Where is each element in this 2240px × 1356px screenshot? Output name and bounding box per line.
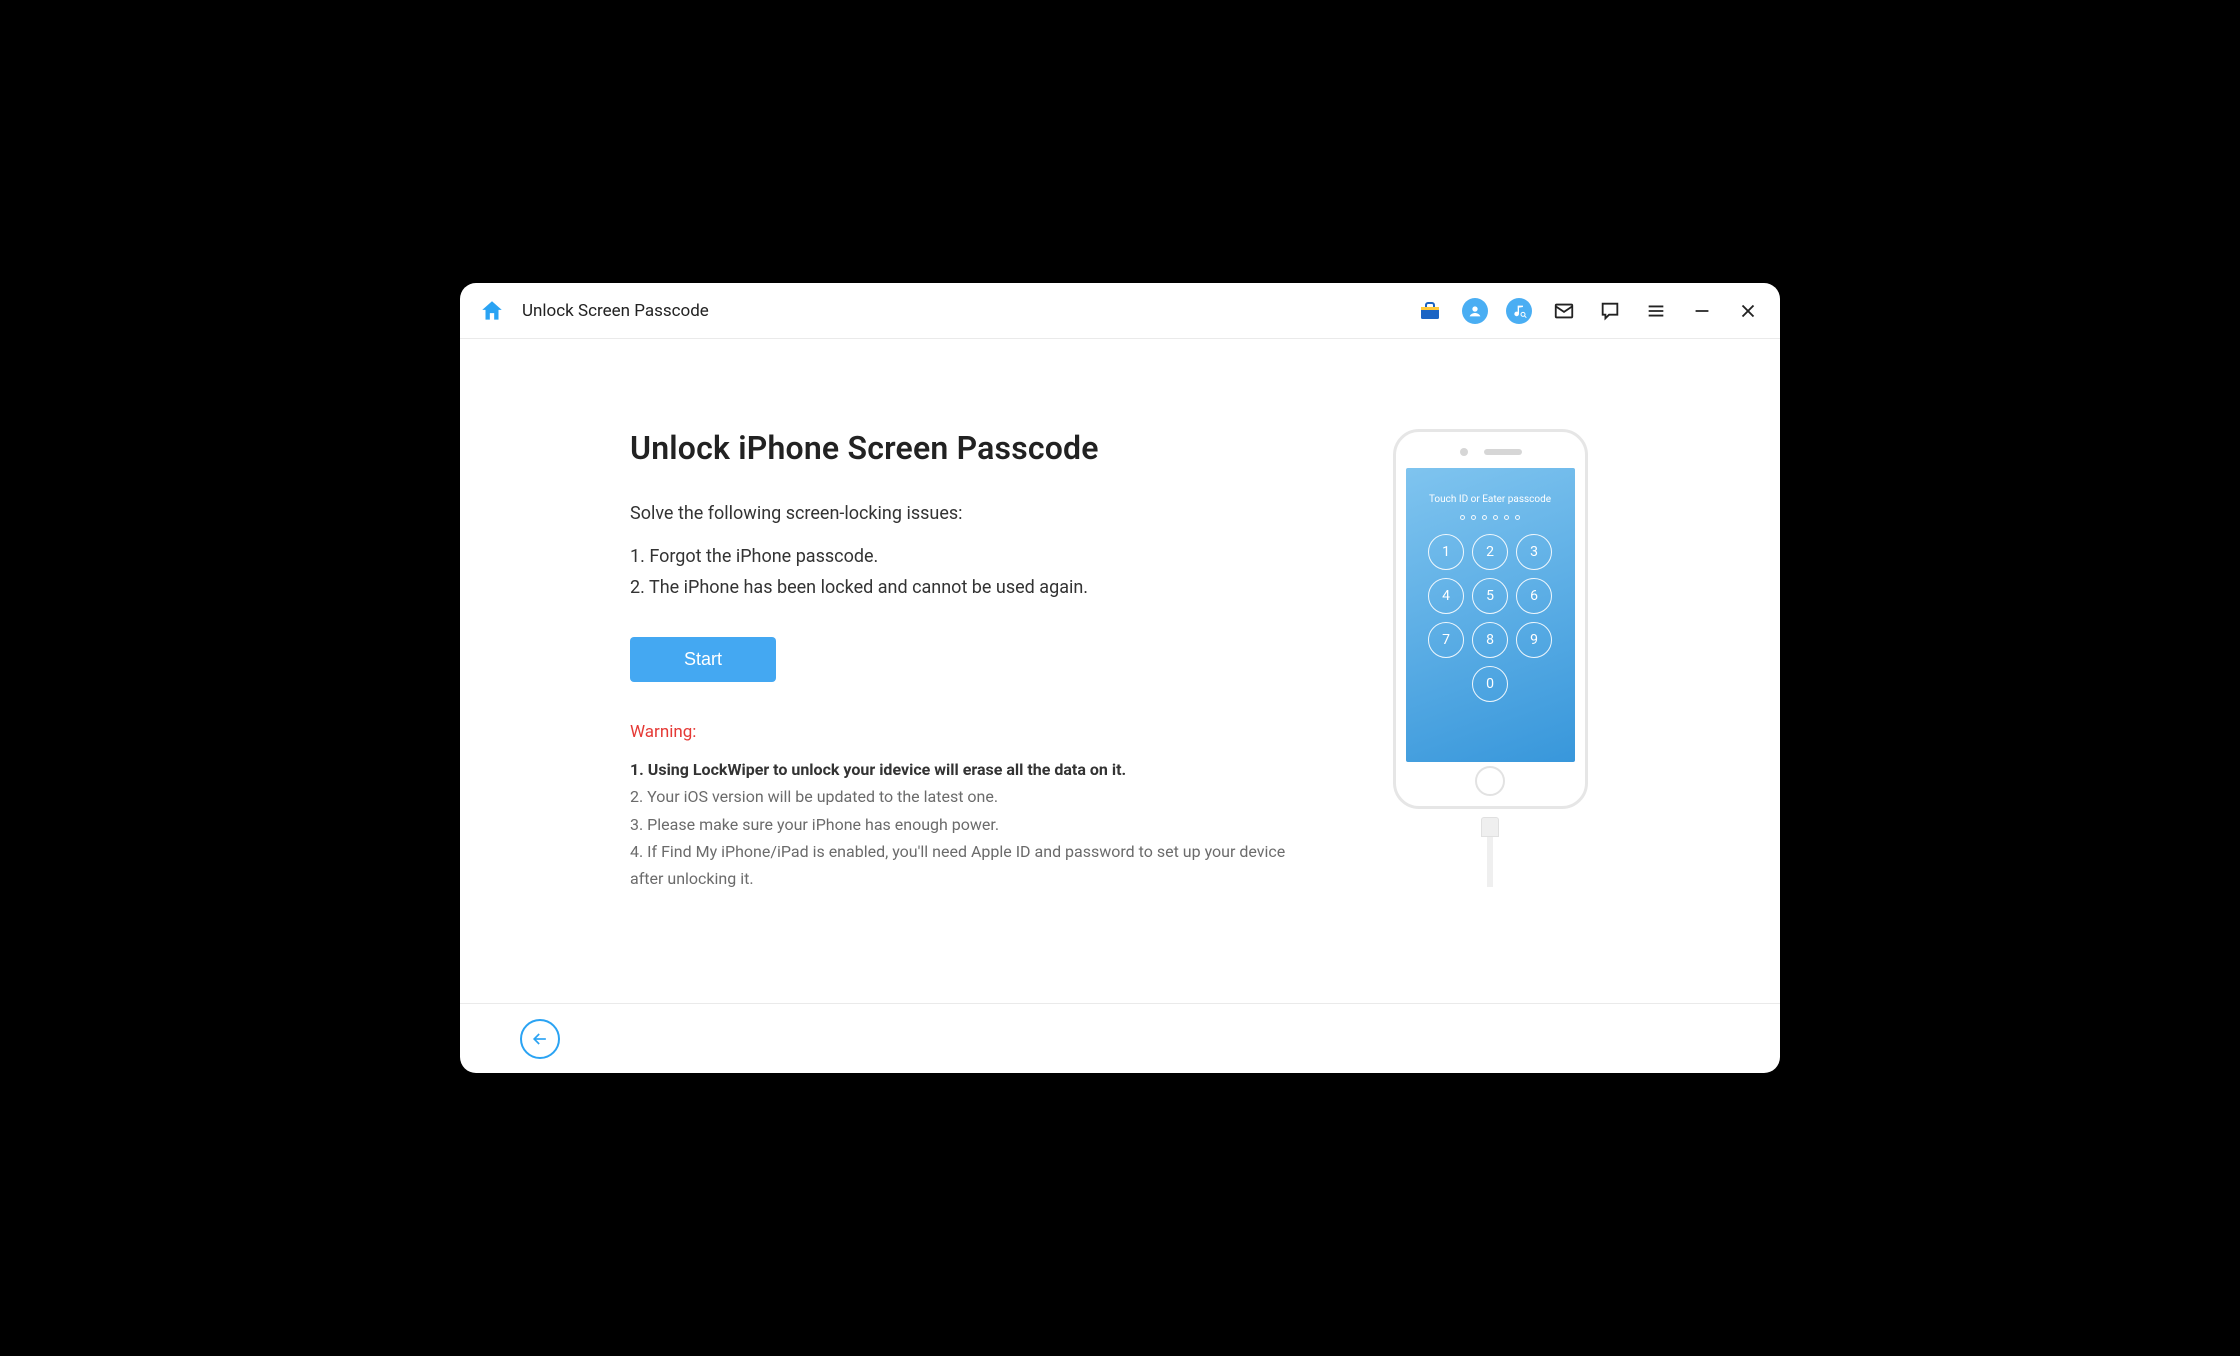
warning-item: 1. Using LockWiper to unlock your idevic… xyxy=(630,756,1290,783)
music-search-icon[interactable] xyxy=(1506,298,1532,324)
warning-item: 4. If Find My iPhone/iPad is enabled, yo… xyxy=(630,838,1290,892)
keypad-key: 2 xyxy=(1472,534,1508,570)
phone-lock-label: Touch ID or Eater passcode xyxy=(1429,494,1551,505)
menu-icon[interactable] xyxy=(1642,297,1670,325)
keypad-key: 4 xyxy=(1428,578,1464,614)
illustration-column: Touch ID or Eater passcode 1 2 3 4 5 6 7… xyxy=(1330,429,1650,993)
warning-list: 1. Using LockWiper to unlock your idevic… xyxy=(630,756,1290,892)
mail-icon[interactable] xyxy=(1550,297,1578,325)
warning-item: 2. Your iOS version will be updated to t… xyxy=(630,783,1290,810)
main-column: Unlock iPhone Screen Passcode Solve the … xyxy=(630,429,1290,993)
subheading: Solve the following screen-locking issue… xyxy=(630,503,1290,524)
toolbox-icon[interactable] xyxy=(1416,297,1444,325)
minimize-icon[interactable] xyxy=(1688,297,1716,325)
feedback-icon[interactable] xyxy=(1596,297,1624,325)
passcode-dots xyxy=(1460,515,1520,520)
cable-plug-icon xyxy=(1481,817,1499,837)
app-window: Unlock Screen Passcode xyxy=(460,283,1780,1073)
keypad-key: 8 xyxy=(1472,622,1508,658)
issue-item: 1. Forgot the iPhone passcode. xyxy=(630,542,1290,573)
cable-line-icon xyxy=(1487,837,1493,887)
phone-keypad: 1 2 3 4 5 6 7 8 9 0 xyxy=(1428,534,1552,702)
start-button[interactable]: Start xyxy=(630,637,776,682)
issue-list: 1. Forgot the iPhone passcode. 2. The iP… xyxy=(630,542,1290,603)
keypad-key: 3 xyxy=(1516,534,1552,570)
keypad-key: 5 xyxy=(1472,578,1508,614)
phone-illustration: Touch ID or Eater passcode 1 2 3 4 5 6 7… xyxy=(1393,429,1588,993)
keypad-key: 0 xyxy=(1472,666,1508,702)
issue-item: 2. The iPhone has been locked and cannot… xyxy=(630,573,1290,604)
account-icon[interactable] xyxy=(1462,298,1488,324)
warning-item: 3. Please make sure your iPhone has enou… xyxy=(630,811,1290,838)
phone-home-button-icon xyxy=(1475,766,1505,796)
keypad-key: 7 xyxy=(1428,622,1464,658)
warning-label: Warning: xyxy=(630,722,1290,742)
keypad-key: 1 xyxy=(1428,534,1464,570)
window-title: Unlock Screen Passcode xyxy=(522,301,1402,321)
page-heading: Unlock iPhone Screen Passcode xyxy=(630,429,1290,467)
keypad-key: 9 xyxy=(1516,622,1552,658)
footer xyxy=(460,1003,1780,1073)
keypad-key: 6 xyxy=(1516,578,1552,614)
close-icon[interactable] xyxy=(1734,297,1762,325)
back-button[interactable] xyxy=(520,1019,560,1059)
content-area: Unlock iPhone Screen Passcode Solve the … xyxy=(460,339,1780,1003)
home-icon[interactable] xyxy=(478,297,506,325)
titlebar: Unlock Screen Passcode xyxy=(460,283,1780,339)
